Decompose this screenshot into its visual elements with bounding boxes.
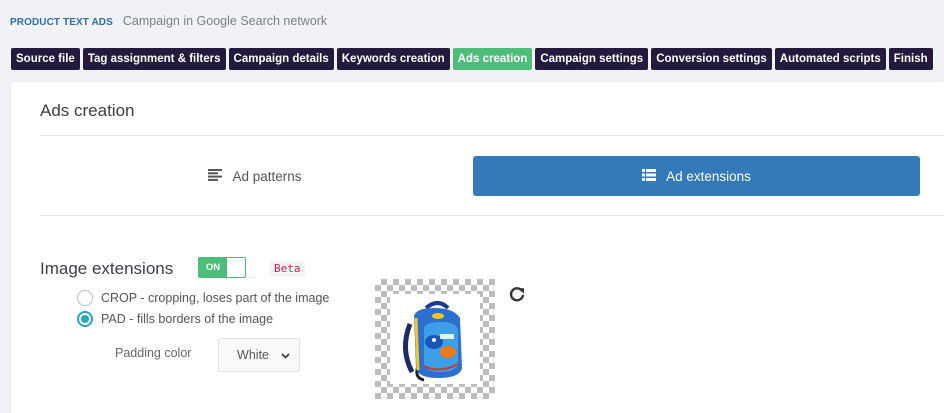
tab-source-file[interactable]: Source file — [11, 48, 80, 70]
align-left-icon — [208, 168, 223, 184]
product-brand: PRODUCT TEXT ADS — [10, 17, 113, 28]
tab-campaign-settings[interactable]: Campaign settings — [535, 48, 649, 70]
ad-patterns-button[interactable]: Ad patterns — [40, 156, 470, 196]
ad-extensions-label: Ad extensions — [666, 168, 751, 184]
divider — [40, 135, 944, 136]
divider — [40, 215, 944, 216]
refresh-icon[interactable] — [508, 286, 526, 304]
tab-ads-creation[interactable]: Ads creation — [452, 48, 533, 70]
pad-option-label: PAD - fills borders of the image — [101, 312, 274, 326]
padding-color-value: White — [237, 348, 269, 362]
panel-title: Ads creation — [40, 101, 135, 120]
ad-patterns-label: Ad patterns — [232, 168, 302, 184]
tab-campaign-details[interactable]: Campaign details — [228, 48, 334, 70]
ad-extensions-button[interactable]: Ad extensions — [473, 156, 920, 196]
chevron-down-icon — [281, 348, 290, 362]
image-extensions-toggle[interactable]: ON — [198, 257, 246, 278]
tab-conversion-settings[interactable]: Conversion settings — [651, 48, 772, 70]
header: PRODUCT TEXT ADS Campaign in Google Sear… — [10, 14, 327, 30]
ads-creation-panel: Ads creation Ad patterns Ad extensions I… — [11, 82, 944, 413]
crop-option-label: CROP - cropping, loses part of the image — [101, 291, 330, 305]
tab-keywords-creation[interactable]: Keywords creation — [336, 48, 450, 70]
crop-option[interactable]: CROP - cropping, loses part of the image — [77, 290, 329, 306]
image-extensions-title: Image extensions — [40, 259, 174, 278]
crop-radio[interactable] — [77, 290, 93, 306]
pad-option[interactable]: PAD - fills borders of the image — [77, 311, 273, 327]
tab-tag-assignment[interactable]: Tag assignment & filters — [82, 48, 226, 70]
pad-radio[interactable] — [77, 311, 93, 327]
wizard-tabs: Source file Tag assignment & filters Cam… — [11, 48, 936, 70]
backpack-image — [390, 294, 480, 384]
list-icon — [642, 168, 657, 184]
beta-badge: Beta — [270, 261, 305, 277]
tab-finish[interactable]: Finish — [888, 48, 933, 70]
campaign-subtitle: Campaign in Google Search network — [122, 14, 328, 28]
image-preview — [375, 279, 495, 399]
tab-automated-scripts[interactable]: Automated scripts — [774, 48, 886, 70]
padding-color-label: Padding color — [115, 346, 192, 360]
padding-color-select[interactable]: White — [218, 338, 300, 372]
toggle-on-label: ON — [199, 258, 227, 277]
